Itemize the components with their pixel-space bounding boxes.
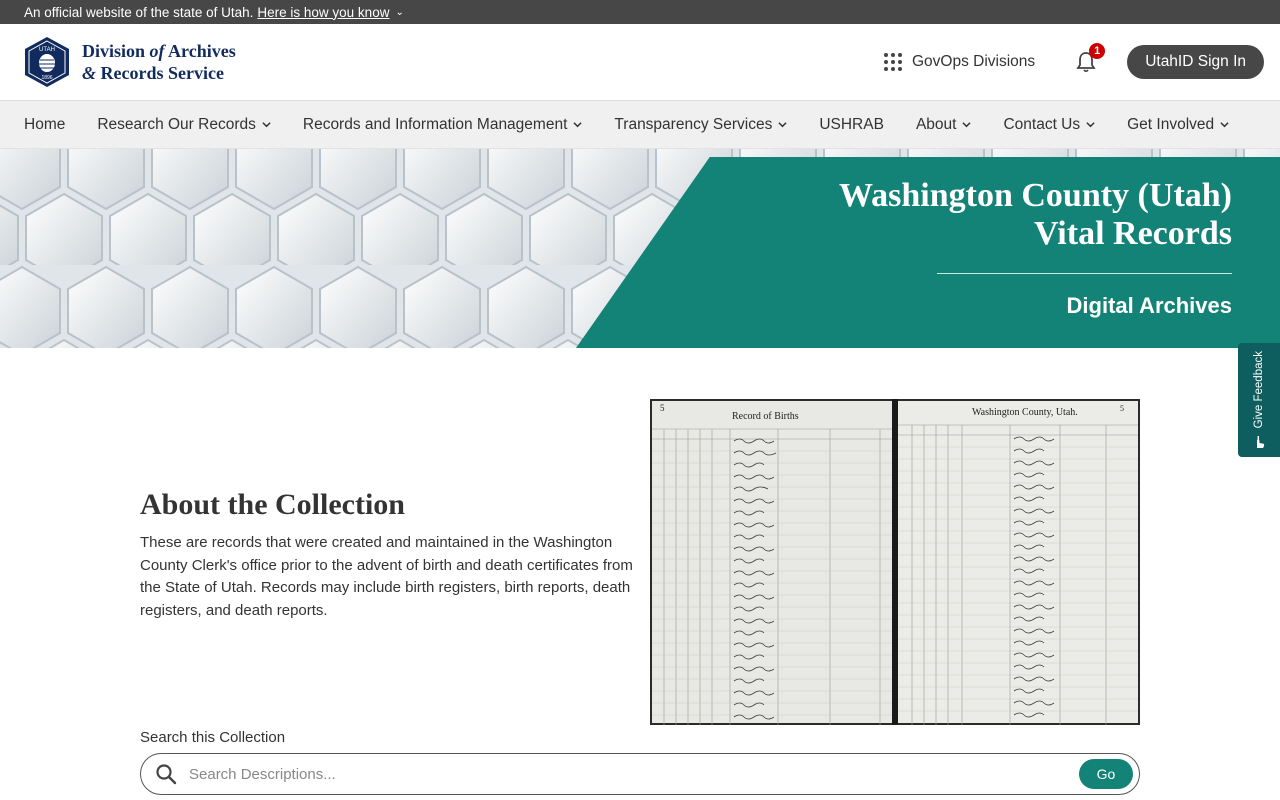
ledger-page-number-left: 5 (660, 403, 665, 413)
about-collection-section: About the Collection These are records t… (140, 488, 635, 622)
ledger-left-header: Record of Births (732, 411, 799, 422)
chevron-down-icon (778, 122, 787, 128)
vital-records-ledger-image: 5 Record of Births Washington County, Ut… (650, 399, 1140, 725)
official-banner: An official website of the state of Utah… (0, 0, 1280, 24)
about-description: These are records that were created and … (140, 534, 633, 619)
how-you-know-link[interactable]: Here is how you know (257, 5, 389, 20)
about-heading: About the Collection (140, 488, 405, 521)
give-feedback-tab[interactable]: Give Feedback (1238, 343, 1280, 457)
nav-item-home[interactable]: Home (24, 116, 65, 134)
notifications-button[interactable]: 1 (1073, 43, 1106, 75)
chevron-down-icon (1220, 122, 1229, 128)
search-input[interactable] (189, 765, 1079, 783)
brand-name: Division of Archives & Records Service (82, 40, 236, 84)
utah-seal-logo: UTAH 1896 (25, 37, 69, 87)
search-icon (156, 764, 177, 785)
chevron-down-icon[interactable]: ⌄ (395, 7, 403, 18)
search-go-button[interactable]: Go (1079, 759, 1133, 789)
notification-badge: 1 (1089, 43, 1106, 59)
brand-line-1: Division of Archives (82, 41, 236, 61)
nav-item-research-our-records[interactable]: Research Our Records (97, 116, 271, 134)
feedback-label: Give Feedback (1253, 351, 1265, 429)
chevron-down-icon (1086, 122, 1095, 128)
page-title: Washington County (Utah) Vital Records (839, 177, 1232, 252)
nav-item-ushrab[interactable]: USHRAB (819, 116, 884, 134)
nav-item-records-information-management[interactable]: Records and Information Management (303, 116, 583, 134)
chevron-down-icon (962, 122, 972, 128)
hero-banner: Washington County (Utah) Vital Records D… (0, 149, 1280, 348)
seal-top-text: UTAH (39, 47, 55, 53)
govops-divisions-button[interactable]: GovOps Divisions (884, 53, 1035, 71)
search-label: Search this Collection (140, 729, 286, 746)
nav-item-about[interactable]: About (916, 116, 972, 134)
hero-subtitle: Digital Archives (1066, 293, 1232, 318)
nav-item-transparency-services[interactable]: Transparency Services (614, 116, 787, 134)
pointer-hand-icon (1257, 435, 1265, 448)
nav-item-contact-us[interactable]: Contact Us (1003, 116, 1095, 134)
utahid-signin-button[interactable]: UtahID Sign In (1127, 45, 1264, 79)
official-banner-text: An official website of the state of Utah… (24, 4, 254, 20)
seal-year-text: 1896 (41, 75, 52, 81)
brand-line-2: & Records Service (82, 63, 224, 83)
chevron-down-icon (573, 122, 582, 128)
search-bar: Go (140, 753, 1140, 795)
hero-divider (937, 273, 1232, 274)
ledger-right-header: Washington County, Utah. (972, 407, 1078, 418)
main-nav: Home Research Our Records Records and In… (0, 101, 1280, 149)
chevron-down-icon (262, 122, 271, 128)
grid-dots-icon (884, 53, 902, 71)
nav-item-get-involved[interactable]: Get Involved (1127, 116, 1229, 134)
site-header: UTAH 1896 Division of Archives & Records… (0, 24, 1280, 101)
brand-home-link[interactable]: UTAH 1896 Division of Archives & Records… (24, 36, 236, 88)
govops-label: GovOps Divisions (912, 53, 1036, 70)
ledger-page-number-right: 5 (1120, 404, 1124, 413)
